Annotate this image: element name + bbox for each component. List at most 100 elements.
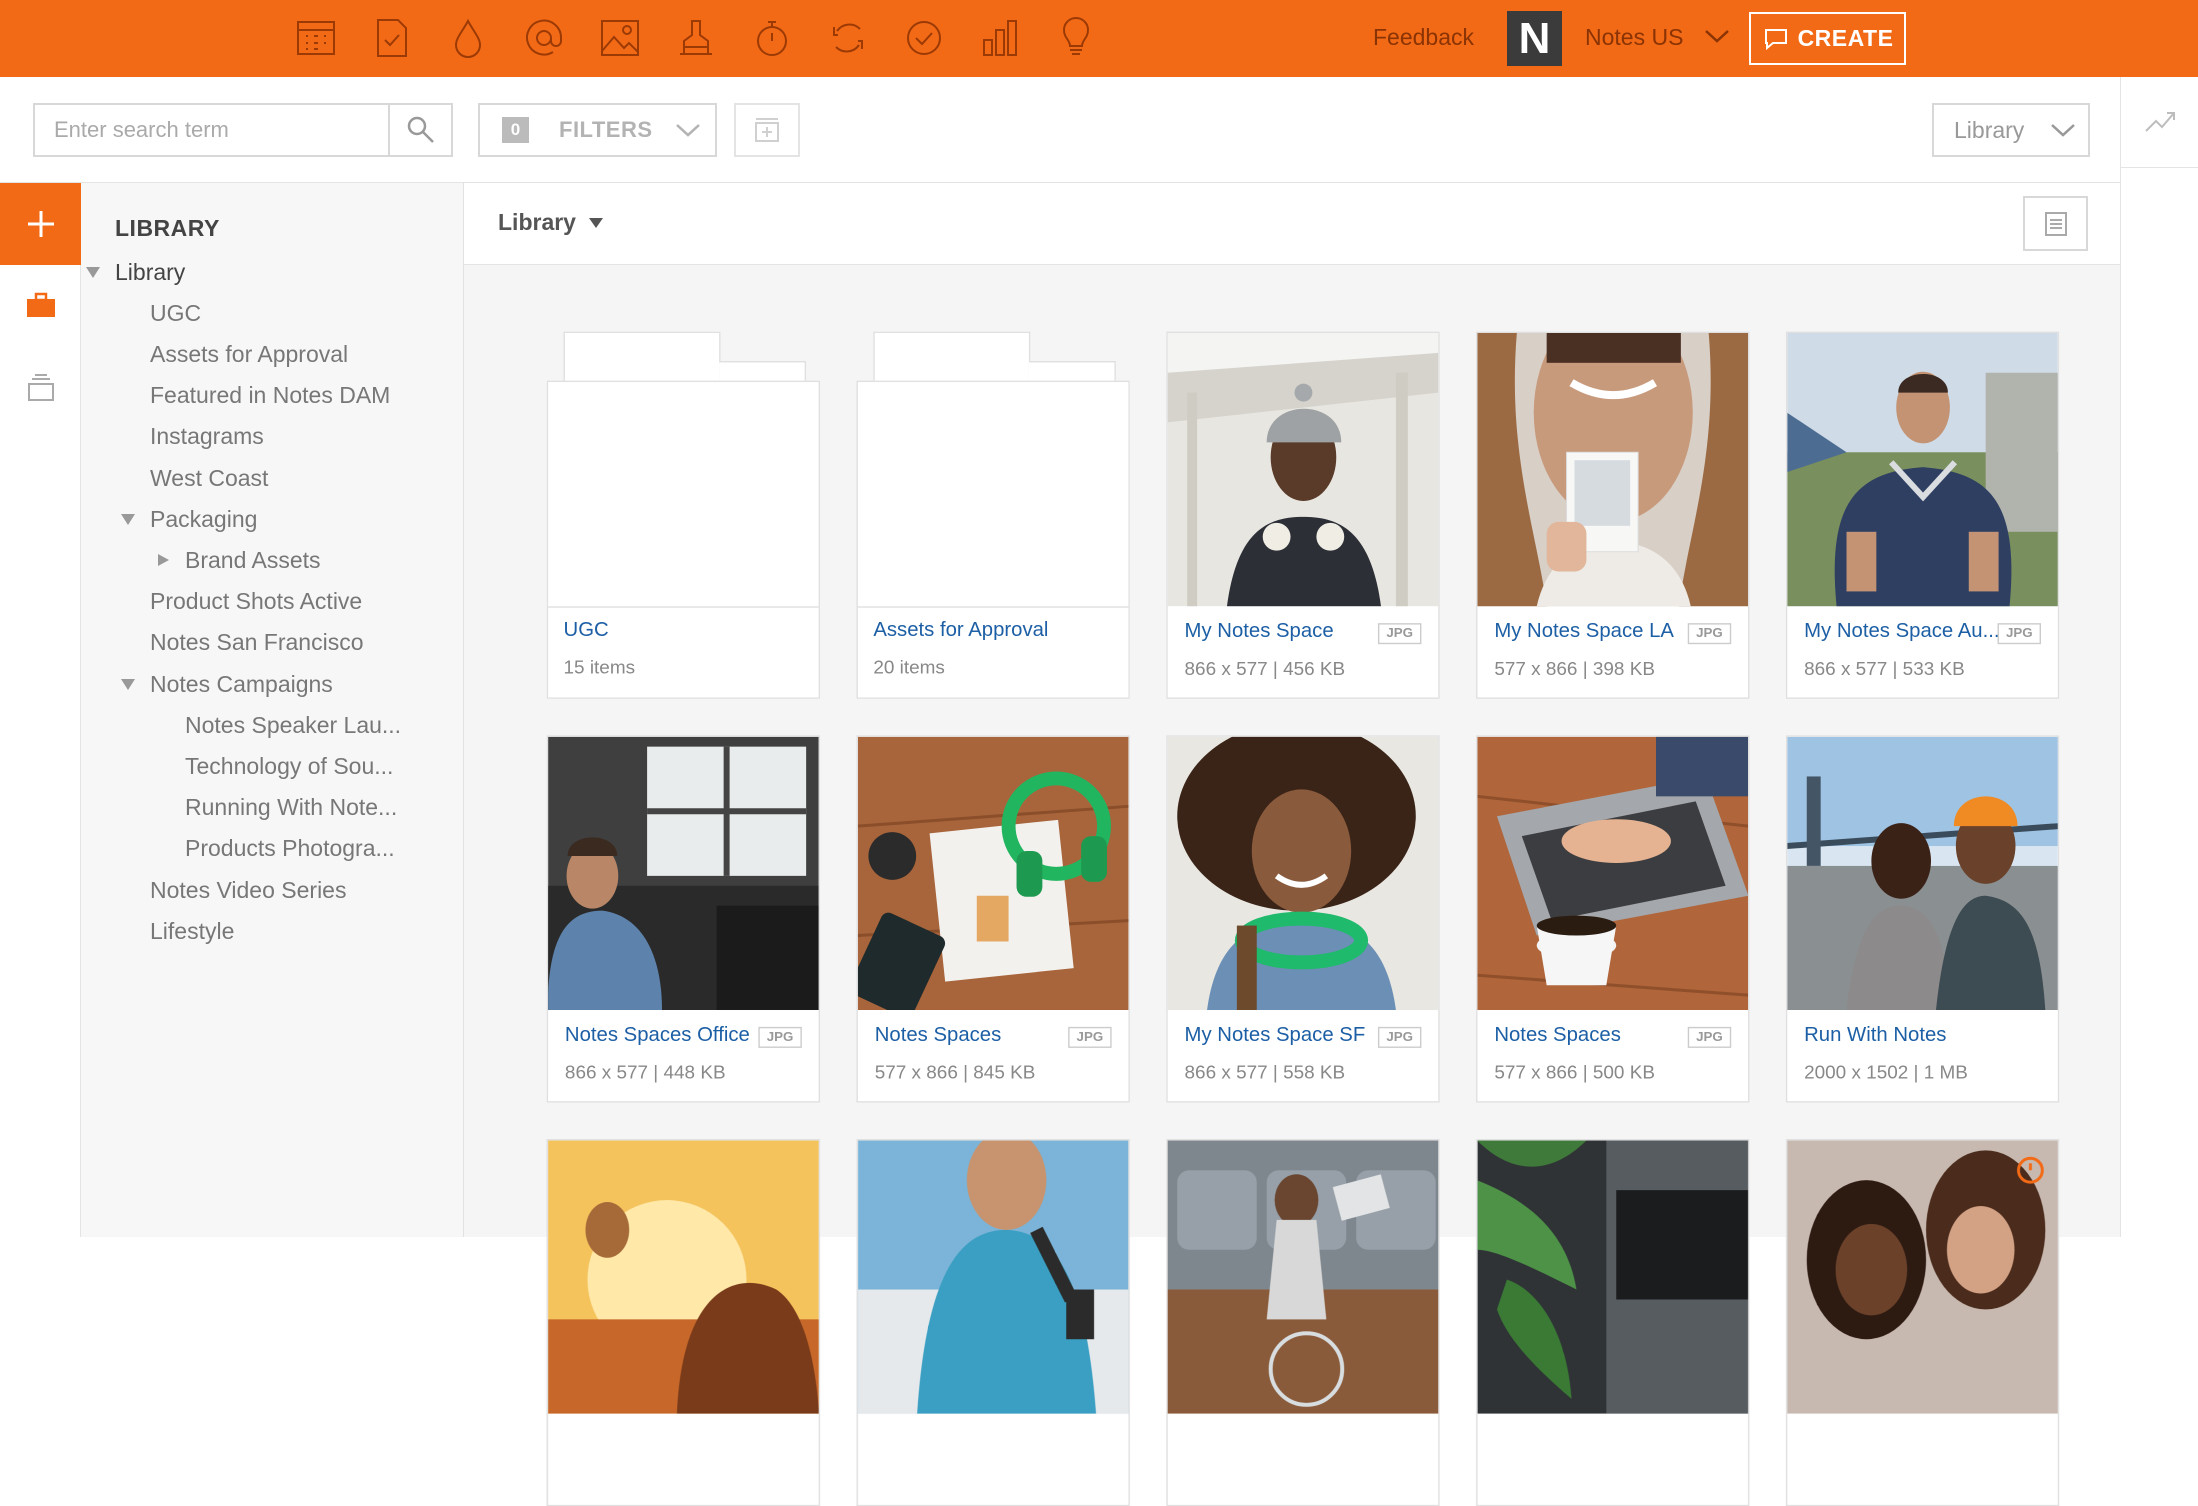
asset-card[interactable]: My Notes Space SF JPG 866 x 577 | 558 KB <box>1166 735 1440 1103</box>
chevron-down-icon <box>2051 124 2076 137</box>
asset-card[interactable] <box>1166 1139 1440 1506</box>
asset-thumbnail[interactable] <box>1477 332 1749 607</box>
calendar-icon[interactable] <box>287 10 344 66</box>
asset-title[interactable]: My Notes Space SF <box>1185 1024 1366 1046</box>
asset-title[interactable]: My Notes Space LA <box>1494 620 1674 642</box>
asset-thumbnail[interactable] <box>857 1140 1129 1414</box>
feedback-link[interactable]: Feedback <box>1373 24 1474 51</box>
search-button[interactable] <box>388 103 453 157</box>
sidebar-item[interactable]: Running With Note... <box>185 789 397 827</box>
drop-icon[interactable] <box>439 10 496 66</box>
at-icon[interactable] <box>515 10 572 66</box>
create-button[interactable]: CREATE <box>1749 12 1906 65</box>
sidebar-item[interactable]: Notes Speaker Lau... <box>185 706 401 744</box>
stopwatch-icon[interactable] <box>743 10 800 66</box>
refresh-icon[interactable] <box>819 10 876 66</box>
asset-meta: 866 x 577 | 456 KB <box>1184 658 1346 680</box>
asset-card[interactable]: My Notes Space LA JPG 577 x 866 | 398 KB <box>1476 331 1750 699</box>
asset-card[interactable]: Notes Spaces Office JPG 866 x 577 | 448 KB <box>546 735 821 1103</box>
asset-thumbnail[interactable] <box>1167 1140 1439 1414</box>
bar-chart-icon[interactable] <box>971 10 1028 66</box>
asset-thumbnail[interactable] <box>1787 736 2058 1011</box>
asset-title[interactable]: Notes Spaces <box>875 1024 1002 1046</box>
sidebar-item[interactable]: Assets for Approval <box>150 335 348 373</box>
folder-tab <box>1028 361 1116 383</box>
collections-nav-button[interactable] <box>0 347 81 429</box>
sidebar-item[interactable]: Products Photogra... <box>185 830 395 868</box>
asset-thumbnail[interactable] <box>1477 736 1749 1011</box>
file-type-badge: JPG <box>1068 1026 1112 1048</box>
expand-triangle-icon[interactable] <box>120 677 136 691</box>
file-type-badge: JPG <box>1687 1026 1732 1048</box>
sidebar-item[interactable]: West Coast <box>150 459 268 497</box>
file-type-badge: JPG <box>1377 1026 1422 1048</box>
sidebar-item[interactable]: Library <box>85 253 185 291</box>
asset-card[interactable] <box>546 1139 821 1506</box>
stack-icon <box>27 374 54 401</box>
file-type-badge: JPG <box>1687 623 1732 645</box>
folder-card[interactable]: UGC 15 items <box>546 331 821 699</box>
asset-thumbnail[interactable] <box>1167 332 1439 607</box>
asset-card[interactable] <box>1785 1139 2060 1506</box>
asset-thumbnail[interactable] <box>1167 736 1439 1011</box>
sidebar-item[interactable]: Brand Assets <box>155 541 321 579</box>
activity-button[interactable] <box>2121 77 2198 168</box>
search-input[interactable] <box>33 103 389 157</box>
chevron-down-icon[interactable] <box>1703 26 1731 46</box>
sidebar-item-label: Products Photogra... <box>185 835 395 862</box>
asset-card[interactable]: Run With Notes 2000 x 1502 | 1 MB <box>1785 735 2060 1103</box>
sidebar-item[interactable]: Technology of Sou... <box>185 747 393 785</box>
folder-card[interactable]: Assets for Approval 20 items <box>856 331 1130 699</box>
image-icon[interactable] <box>591 10 648 66</box>
asset-title[interactable]: Notes Spaces Office <box>565 1024 750 1046</box>
sidebar-item-label: Notes Video Series <box>150 876 347 903</box>
asset-grid-area: Library UGC 15 items Assets for Approval 20… <box>464 183 2120 1506</box>
notes-logo[interactable]: N <box>1507 11 1562 66</box>
asset-card[interactable] <box>1476 1139 1750 1506</box>
asset-title[interactable]: My Notes Space <box>1185 620 1334 642</box>
sidebar-item[interactable]: Product Shots Active <box>150 583 362 621</box>
stamp-icon[interactable] <box>667 10 724 66</box>
add-collection-button[interactable] <box>734 103 800 157</box>
sidebar-item[interactable]: Notes San Francisco <box>150 624 363 662</box>
sidebar-item[interactable]: UGC <box>150 294 201 332</box>
sidebar-item[interactable]: Lifestyle <box>150 912 234 950</box>
check-circle-icon[interactable] <box>895 10 952 66</box>
sidebar-item[interactable]: Featured in Notes DAM <box>150 377 390 415</box>
task-icon[interactable] <box>363 10 420 66</box>
asset-card[interactable]: My Notes Space JPG 866 x 577 | 456 KB <box>1166 331 1440 699</box>
sidebar-item-label: West Coast <box>150 464 269 491</box>
asset-title[interactable]: UGC <box>564 619 609 641</box>
collapse-triangle-icon[interactable] <box>155 553 171 567</box>
sidebar-item[interactable]: Notes Video Series <box>150 871 346 909</box>
expand-triangle-icon[interactable] <box>85 265 101 279</box>
asset-thumbnail[interactable] <box>548 736 819 1011</box>
expand-triangle-icon[interactable] <box>120 512 136 526</box>
asset-card[interactable] <box>856 1139 1130 1506</box>
asset-title[interactable]: My Notes Space Au... <box>1804 620 1999 642</box>
add-button[interactable] <box>0 183 81 265</box>
asset-card[interactable]: Notes Spaces JPG 577 x 866 | 845 KB <box>856 735 1130 1103</box>
workspace-selector[interactable]: Notes US <box>1585 24 1683 51</box>
library-dropdown[interactable]: Library <box>1932 103 2090 157</box>
asset-thumbnail[interactable] <box>548 1140 819 1414</box>
asset-card[interactable]: My Notes Space Au... JPG 866 x 577 | 533 K… <box>1785 331 2060 699</box>
filters-button[interactable]: 0 FILTERS <box>478 103 717 157</box>
asset-card[interactable]: Notes Spaces JPG 577 x 866 | 500 KB <box>1476 735 1750 1103</box>
toolbar: 0 FILTERS Library <box>0 77 2120 183</box>
file-type-badge: JPG <box>758 1026 802 1048</box>
lightbulb-icon[interactable] <box>1047 10 1104 66</box>
asset-title[interactable]: Notes Spaces <box>1494 1024 1621 1046</box>
asset-thumbnail[interactable] <box>1787 332 2058 607</box>
sidebar-item[interactable]: Instagrams <box>150 418 264 456</box>
asset-title[interactable]: Assets for Approval <box>873 619 1048 641</box>
sidebar-item[interactable]: Notes Campaigns <box>120 665 333 703</box>
folder-tab <box>873 331 1031 383</box>
sidebar-item[interactable]: Packaging <box>120 500 257 538</box>
add-folder-icon <box>755 118 779 142</box>
asset-title[interactable]: Run With Notes <box>1804 1024 1946 1046</box>
asset-thumbnail[interactable] <box>1787 1140 2058 1414</box>
asset-thumbnail[interactable] <box>857 736 1129 1011</box>
library-nav-button[interactable] <box>0 265 81 347</box>
asset-thumbnail[interactable] <box>1477 1140 1749 1414</box>
